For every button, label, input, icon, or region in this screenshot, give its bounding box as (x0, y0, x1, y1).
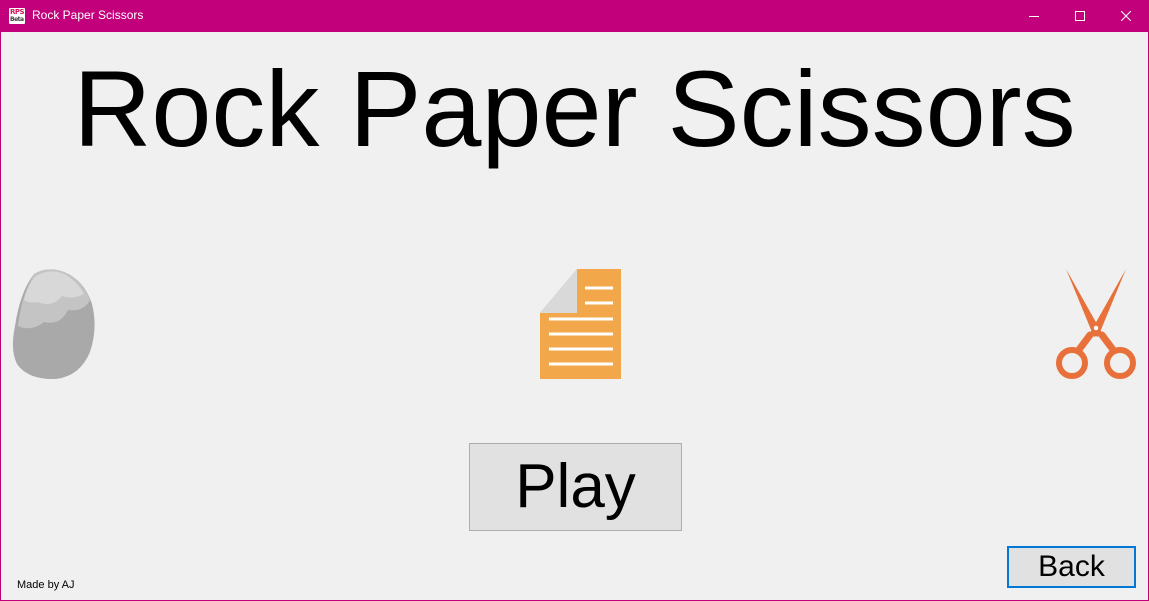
title-bar[interactable]: RPS Beta Rock Paper Scissors (1, 1, 1148, 32)
maximize-icon (1075, 11, 1085, 21)
play-button[interactable]: Play (469, 443, 682, 531)
scissors-icon[interactable] (1054, 267, 1138, 380)
rock-icon[interactable] (12, 268, 96, 380)
app-icon-text-top: RPS (10, 8, 25, 16)
credit-label: Made by AJ (17, 579, 75, 591)
close-button[interactable] (1103, 1, 1149, 32)
back-button[interactable]: Back (1007, 546, 1136, 588)
minimize-button[interactable] (1011, 1, 1057, 32)
paper-icon[interactable] (539, 268, 622, 380)
close-icon (1121, 11, 1131, 21)
game-title: Rock Paper Scissors (73, 48, 1076, 169)
window-title: Rock Paper Scissors (32, 8, 144, 22)
minimize-icon (1029, 16, 1039, 17)
app-window: RPS Beta Rock Paper Scissors Rock Paper … (0, 0, 1149, 601)
app-icon-text-bottom: Beta (10, 16, 24, 23)
maximize-button[interactable] (1057, 1, 1103, 32)
app-icon: RPS Beta (9, 8, 25, 24)
